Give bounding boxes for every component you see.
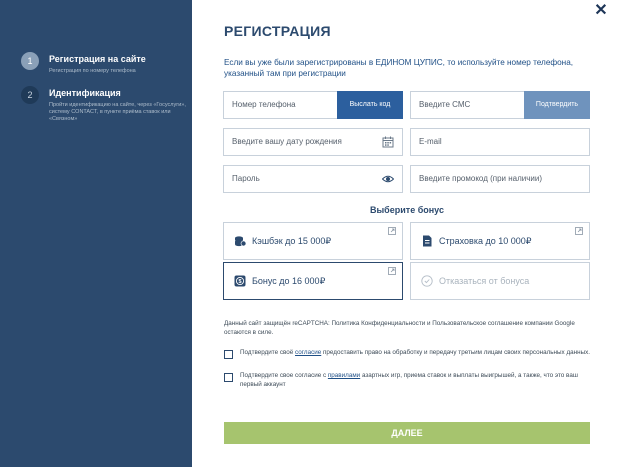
svg-text:$: $ (238, 279, 241, 285)
recaptcha-notice: Данный сайт защищён reCAPTCHA: Политика … (224, 320, 575, 336)
intro-text: Если вы уже были зарегистрированы в ЕДИН… (224, 58, 574, 78)
bonus-label: Отказаться от бонуса (439, 276, 530, 286)
step-number: 1 (21, 52, 39, 70)
dollar-icon: $ (234, 275, 246, 287)
external-link-icon[interactable] (388, 227, 396, 235)
page-title: РЕГИСТРАЦИЯ (224, 23, 331, 39)
step-title: Идентификация (49, 88, 121, 98)
bonus-label: Кэшбэк до 15 000₽ (252, 236, 332, 246)
sms-field[interactable]: Введите СМС Подтвердить (410, 91, 590, 119)
bonus-label: Страховка до 10 000₽ (439, 236, 532, 246)
phone-field[interactable]: Номер телефона Выслать код (223, 91, 403, 119)
send-code-button[interactable]: Выслать код (337, 91, 403, 119)
email-field[interactable]: E-mail (410, 128, 590, 156)
close-icon[interactable]: ✕ (593, 3, 609, 19)
sms-placeholder: Введите СМС (419, 100, 471, 109)
birthdate-placeholder: Введите вашу дату рождения (232, 137, 342, 146)
external-link-icon[interactable] (575, 227, 583, 235)
consent-link[interactable]: согласие (295, 349, 321, 356)
sidebar: 1 Регистрация на сайте Регистрация по но… (0, 0, 192, 467)
consent-checkbox[interactable] (224, 350, 233, 359)
step-title: Регистрация на сайте (49, 54, 146, 64)
phone-placeholder: Номер телефона (232, 100, 296, 109)
step-description: Пройти идентификацию на сайте, через «Го… (49, 102, 186, 122)
rules-text: Подтвердите свое согласие с правилами аз… (240, 372, 590, 389)
calendar-icon[interactable] (382, 136, 394, 148)
bonus-decline[interactable]: Отказаться от бонуса (410, 262, 590, 300)
rules-link[interactable]: правилами (328, 372, 360, 379)
bonus-label: Бонус до 16 000₽ (252, 276, 326, 286)
promo-field[interactable]: Введите промокод (при наличии) (410, 165, 590, 193)
external-link-icon[interactable] (388, 267, 396, 275)
step-number: 2 (21, 86, 39, 104)
bonus-cashback[interactable]: Кэшбэк до 15 000₽ (223, 222, 403, 260)
bonus-deposit[interactable]: $ Бонус до 16 000₽ (223, 262, 403, 300)
bonus-insurance[interactable]: Страховка до 10 000₽ (410, 222, 590, 260)
password-field[interactable]: Пароль (223, 165, 403, 193)
decline-icon (421, 275, 433, 287)
rules-text-part: Подтвердите свое согласие с (240, 372, 328, 379)
confirm-button[interactable]: Подтвердить (524, 91, 590, 119)
rules-checkbox[interactable] (224, 373, 233, 382)
email-placeholder: E-mail (419, 137, 442, 146)
coins-icon (235, 236, 246, 247)
step-description: Регистрация по номеру телефона (49, 68, 136, 74)
birthdate-field[interactable]: Введите вашу дату рождения (223, 128, 403, 156)
next-button[interactable]: ДАЛЕЕ (224, 422, 590, 444)
bonus-heading: Выберите бонус (370, 205, 444, 215)
password-placeholder: Пароль (232, 174, 260, 183)
eye-icon[interactable] (382, 173, 394, 185)
consent-text-part: предоставить право на обработку и переда… (321, 349, 590, 356)
consent-text: Подтвердите своё согласие предоставить п… (240, 349, 590, 358)
consent-text-part: Подтвердите своё (240, 349, 296, 356)
document-icon (423, 235, 432, 247)
promo-placeholder: Введите промокод (при наличии) (419, 174, 542, 183)
